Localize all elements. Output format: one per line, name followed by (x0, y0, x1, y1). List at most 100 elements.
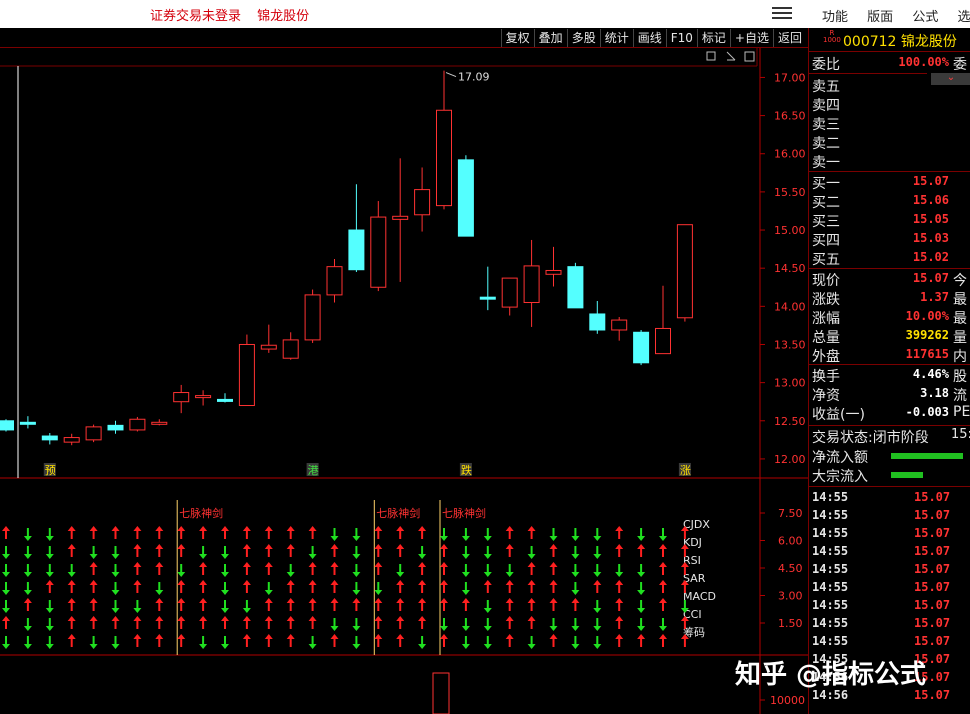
signal-arrow-head (659, 562, 667, 567)
sell-level-3: 卖三 (809, 114, 970, 133)
stat2-row-label: 换手 (812, 369, 840, 385)
signal-arrow-head (440, 598, 448, 603)
signal-arrow-head (286, 580, 295, 585)
restore-icon[interactable] (706, 51, 716, 61)
menu-select[interactable]: 选 (957, 10, 970, 25)
stat-row-value: 15.07 (912, 271, 949, 285)
signal-arrow-head (155, 598, 164, 603)
signal-arrow-head (352, 590, 361, 595)
statistics-button[interactable]: 统计 (599, 29, 633, 47)
price-tick-label: 12.00 (774, 453, 806, 466)
signal-arrow-head (330, 634, 339, 639)
signal-arrow-head (571, 644, 580, 649)
signal-arrow-head (242, 616, 251, 621)
overlay-button[interactable]: 叠加 (533, 29, 567, 47)
volume-tick-label: 10000 (770, 694, 805, 707)
signal-arrow-head (396, 580, 405, 585)
signal-tick-label: 3.00 (778, 590, 803, 603)
stat-row-cut-label: 量 (953, 330, 967, 346)
signal-arrow-head (330, 536, 339, 541)
signal-arrow-head (593, 608, 602, 613)
tick-price: 15.07 (914, 490, 951, 504)
signal-arrow-head (286, 526, 295, 531)
signal-arrow-head (221, 644, 229, 649)
tick-row: 14:55 15.07 (809, 489, 970, 507)
signal-arrow-head (89, 644, 98, 649)
signal-arrow-head (483, 554, 492, 559)
signal-arrow-head (155, 526, 164, 531)
signal-arrow-head (659, 634, 667, 639)
signal-arrow-head (133, 562, 142, 567)
candle-body (19, 421, 36, 425)
signal-arrow-head (505, 544, 514, 549)
signal-arrow-head (89, 562, 98, 567)
window-title: 证券交易未登录 锦龙股份 (150, 5, 321, 24)
chevron-icon[interactable] (726, 51, 736, 61)
tick-row: 14:55 15.07 (809, 597, 970, 615)
candle-body (676, 224, 693, 319)
buy-level-5-label: 买五 (812, 252, 840, 268)
signal-arrow-head (374, 562, 383, 567)
tick-time: 14:55 (812, 580, 849, 594)
signal-arrow-head (199, 554, 208, 559)
signal-arrow-head (637, 536, 646, 541)
signal-arrow-head (264, 634, 273, 639)
f10-button[interactable]: F10 (665, 29, 697, 47)
stat-row-label: 涨跌 (812, 292, 840, 308)
signal-arrow-head (2, 608, 10, 613)
buy-level-3-label: 买三 (812, 214, 840, 230)
stat-row-label: 涨幅 (812, 311, 840, 327)
signal-arrow-head (308, 644, 317, 649)
signal-arrow-head (483, 572, 492, 577)
signal-arrow-head (2, 526, 10, 531)
back-button[interactable]: 返回 (772, 29, 806, 47)
price-tick-label: 17.00 (774, 71, 806, 84)
signal-arrow-head (396, 544, 405, 549)
signal-arrow-head (89, 580, 98, 585)
tick-time: 14:55 (812, 598, 849, 612)
signal-arrow-head (67, 580, 76, 585)
kline-chart[interactable]: 17.00 16.50 16.00 15.50 15.00 14.50 14.00 13.50… (0, 48, 808, 714)
signal-arrow-head (330, 580, 339, 585)
signal-arrow-head (308, 562, 317, 567)
multi-stock-button[interactable]: 多股 (566, 29, 600, 47)
signal-arrow-head (549, 598, 558, 603)
net-inflow-bar (891, 453, 963, 459)
quote-panel: R 1000 000712 锦龙股份 委比 100.00% 委 ⌄ 卖五 卖四 卖三卖… (808, 28, 970, 714)
weibi-row: 委比 100.00% 委 (812, 55, 967, 73)
draw-line-button[interactable]: 画线 (632, 29, 666, 47)
price-tick-label: 15.00 (774, 224, 806, 237)
sell-level-5-label: 卖五 (812, 79, 840, 95)
buy-level-3-value: 15.05 (912, 212, 949, 226)
tick-row: 14:55 15.07 (809, 579, 970, 597)
price-tick-label: 14.50 (774, 262, 806, 275)
add-watchlist-button[interactable]: +自选 (729, 29, 773, 47)
tick-row: 14:55 15.07 (809, 507, 970, 525)
signal-arrow-head (264, 616, 273, 621)
signal-arrow-head (155, 590, 164, 595)
stat2-row: 收益(一) -0.003 PE (809, 404, 970, 423)
maximize-icon[interactable] (744, 51, 755, 62)
menu-layout[interactable]: 版面 (867, 10, 893, 25)
restore-rights-button[interactable]: 复权 (500, 29, 534, 47)
candle-body (457, 159, 474, 237)
mark-button[interactable]: 标记 (696, 29, 730, 47)
candle-body (655, 327, 671, 355)
menu-formula[interactable]: 公式 (912, 10, 938, 25)
candle-body (41, 435, 58, 441)
signal-arrow-head (199, 580, 208, 585)
signal-arrow-head (440, 536, 448, 541)
stock-code: 000712 (843, 34, 897, 50)
menu-function[interactable]: 功能 (822, 10, 848, 25)
candle-body (107, 424, 124, 431)
signal-arrow-head (2, 644, 10, 649)
event-marker-label: 跌 (461, 463, 472, 477)
signal-arrow-head (352, 554, 361, 559)
signal-arrow-head (67, 634, 76, 639)
signal-arrow-head (483, 626, 492, 631)
price-tick-label: 16.50 (774, 110, 806, 123)
net-inflow-row: 净流入额 (809, 447, 970, 466)
sell-level-2-label: 卖二 (812, 136, 840, 152)
signal-arrow-head (571, 626, 580, 631)
hamburger-menu-icon[interactable] (772, 4, 792, 22)
